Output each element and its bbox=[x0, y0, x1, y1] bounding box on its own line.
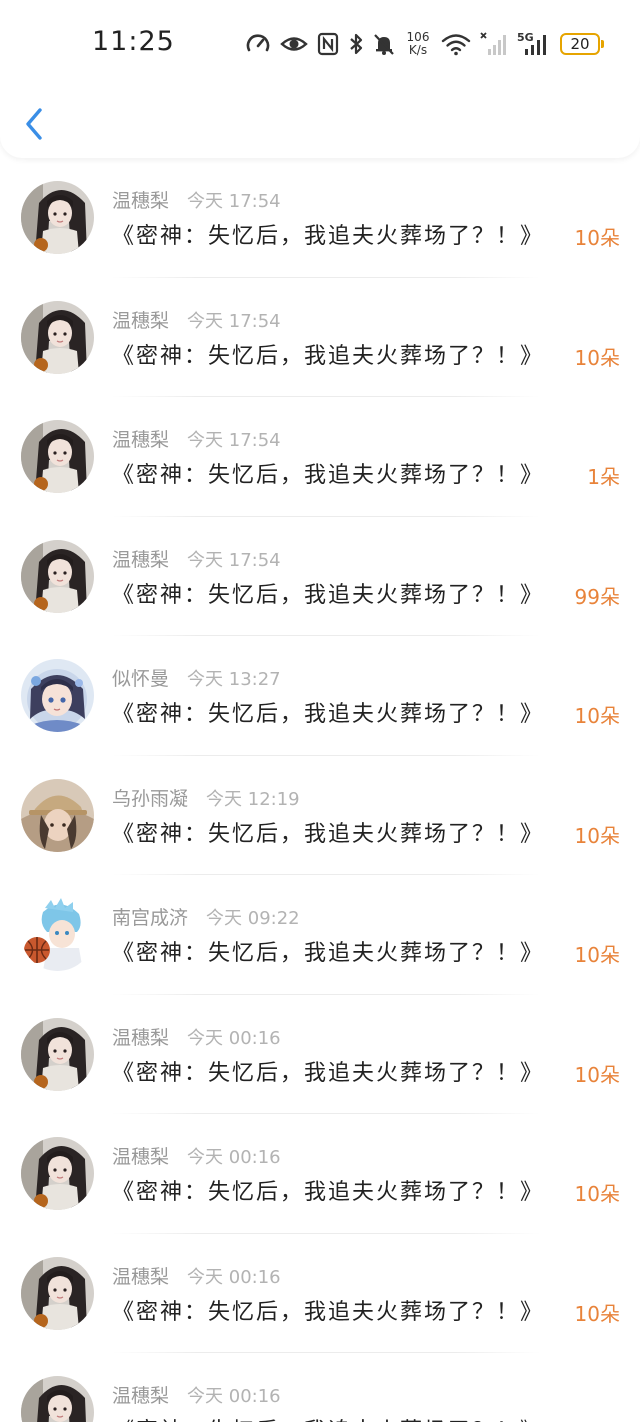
book-title[interactable]: 《密神：失忆后，我追夫火葬场了？！》 bbox=[112, 338, 544, 370]
gift-meta: 似怀曼 今天 13:27 bbox=[112, 664, 281, 691]
gift-time: 今天 00:16 bbox=[187, 1147, 281, 1168]
flower-count: 10朵 bbox=[574, 704, 620, 728]
flower-count: 99朵 bbox=[574, 584, 620, 609]
gift-time: 今天 13:27 bbox=[187, 669, 281, 690]
user-avatar[interactable] bbox=[21, 778, 94, 852]
gift-time: 今天 12:19 bbox=[206, 788, 300, 810]
gift-row[interactable]: 温穗梨今天 00:16 《密神：失忆后，我追夫火葬场了？！》 bbox=[0, 1353, 640, 1422]
user-name[interactable]: 温穗梨 bbox=[112, 1381, 169, 1408]
user-name[interactable]: 温穗梨 bbox=[112, 425, 169, 452]
user-name[interactable]: 南宫成济 bbox=[112, 903, 188, 930]
flower-count: 10朵 bbox=[574, 226, 620, 250]
user-avatar[interactable] bbox=[21, 1137, 94, 1210]
book-title[interactable]: 《密神：失忆后，我追夫火葬场了？！》 bbox=[112, 935, 544, 967]
gift-time: 今天 00:16 bbox=[187, 1266, 281, 1288]
signal-5g-icon: 5G bbox=[517, 31, 551, 57]
gift-row[interactable]: 温穗梨 今天 17:54 《密神：失忆后，我追夫火葬场了？！》 10朵 bbox=[0, 158, 640, 278]
user-avatar[interactable] bbox=[21, 1376, 94, 1422]
gift-meta: 温穗梨 今天 17:54 bbox=[112, 545, 281, 572]
user-name[interactable]: 温穗梨 bbox=[112, 1142, 169, 1169]
gift-time: 今天 17:54 bbox=[187, 430, 281, 451]
back-button[interactable] bbox=[18, 102, 54, 146]
mute-bell-icon bbox=[373, 32, 395, 56]
app-screen: 11:25 106 K/s 5G 20 温穗梨 今天 17:54 《密神：失忆后… bbox=[0, 0, 640, 1422]
gift-meta: 乌孙雨凝 今天 12:19 bbox=[112, 784, 300, 811]
book-title[interactable]: 《密神：失忆后，我追夫火葬场了？！》 bbox=[112, 577, 544, 609]
gift-row[interactable]: 温穗梨 今天 00:16 《密神：失忆后，我追夫火葬场了？！》 10朵 bbox=[0, 995, 640, 1115]
gift-row[interactable]: 温穗梨 今天 17:54 《密神：失忆后，我追夫火葬场了？！》 99朵 bbox=[0, 517, 640, 637]
gift-time: 今天 09:22 bbox=[206, 908, 300, 929]
gift-time: 今天 17:54 bbox=[187, 549, 281, 571]
nfc-icon bbox=[317, 32, 339, 56]
book-title[interactable]: 《密神：失忆后，我追夫火葬场了？！》 bbox=[112, 1055, 544, 1087]
book-title[interactable]: 《密神：失忆后，我追夫火葬场了？！》 bbox=[112, 1174, 544, 1206]
chevron-left-icon bbox=[18, 108, 54, 150]
flower-count: 10朵 bbox=[574, 1182, 620, 1206]
user-avatar[interactable] bbox=[21, 181, 94, 254]
gift-meta: 温穗梨 今天 17:54 bbox=[112, 186, 281, 213]
status-time: 11:25 bbox=[92, 26, 175, 57]
net-speed-unit: K/s bbox=[408, 43, 428, 57]
user-name[interactable]: 温穗梨 bbox=[112, 1262, 169, 1289]
gift-meta: 温穗梨 今天 00:16 bbox=[112, 1142, 281, 1169]
user-name[interactable]: 乌孙雨凝 bbox=[112, 784, 188, 811]
gift-meta: 温穗梨 今天 00:16 bbox=[112, 1381, 281, 1408]
eye-icon bbox=[280, 33, 308, 55]
battery-level: 20 bbox=[570, 35, 590, 53]
book-title[interactable]: 《密神：失忆后，我追夫火葬场了？！》 bbox=[112, 696, 544, 728]
book-title[interactable]: 《密神：失忆后，我追夫火葬场了？！》 bbox=[112, 457, 544, 489]
svg-text:5G: 5G bbox=[517, 31, 534, 44]
user-name[interactable]: 温穗梨 bbox=[112, 545, 169, 572]
gift-time: 今天 17:54 bbox=[187, 310, 281, 332]
book-title[interactable]: 《密神：失忆后，我追夫火葬场了？！》 bbox=[112, 816, 544, 848]
user-avatar[interactable] bbox=[21, 898, 94, 971]
gift-time: 今天 00:16 bbox=[187, 1386, 281, 1407]
gift-meta: 温穗梨 今天 00:16 bbox=[112, 1023, 281, 1050]
header: 11:25 106 K/s 5G 20 bbox=[0, 0, 640, 158]
battery-icon: 20 bbox=[560, 33, 604, 55]
user-name[interactable]: 温穗梨 bbox=[112, 306, 169, 333]
gift-time: 今天 00:16 bbox=[187, 1027, 281, 1049]
gift-time: 今天 17:54 bbox=[187, 191, 281, 212]
book-title[interactable]: 《密神：失忆后，我追夫火葬场了？！》 bbox=[112, 218, 544, 250]
user-avatar[interactable] bbox=[21, 539, 94, 613]
flower-count: 10朵 bbox=[574, 823, 620, 848]
wifi-icon bbox=[441, 32, 471, 56]
gift-meta: 温穗梨 今天 17:54 bbox=[112, 425, 281, 452]
flower-count: 10朵 bbox=[574, 1062, 620, 1087]
user-avatar[interactable] bbox=[21, 420, 94, 493]
user-name[interactable]: 似怀曼 bbox=[112, 664, 169, 691]
flower-count: 10朵 bbox=[574, 943, 620, 967]
user-avatar[interactable] bbox=[21, 300, 94, 374]
user-avatar[interactable] bbox=[21, 1256, 94, 1330]
user-name[interactable]: 温穗梨 bbox=[112, 1023, 169, 1050]
gift-meta: 温穗梨 今天 00:16 bbox=[112, 1262, 281, 1289]
bluetooth-icon bbox=[348, 32, 364, 56]
gift-row[interactable]: 温穗梨 今天 17:54 《密神：失忆后，我追夫火葬场了？！》 10朵 bbox=[0, 278, 640, 398]
flower-count: 10朵 bbox=[574, 345, 620, 370]
gift-row[interactable]: 南宫成济 今天 09:22 《密神：失忆后，我追夫火葬场了？！》 10朵 bbox=[0, 875, 640, 995]
speedometer-icon bbox=[245, 31, 271, 57]
flower-count: 10朵 bbox=[574, 1301, 620, 1326]
gift-row[interactable]: 温穗梨 今天 00:16 《密神：失忆后，我追夫火葬场了？！》 10朵 bbox=[0, 1114, 640, 1234]
status-icons: 106 K/s 5G 20 bbox=[245, 28, 604, 60]
signal-no-service-icon bbox=[480, 31, 508, 57]
gift-meta: 南宫成济 今天 09:22 bbox=[112, 903, 300, 930]
gift-row[interactable]: 温穗梨 今天 00:16 《密神：失忆后，我追夫火葬场了？！》 10朵 bbox=[0, 1234, 640, 1354]
gift-row[interactable]: 温穗梨 今天 17:54 《密神：失忆后，我追夫火葬场了？！》 1朵 bbox=[0, 397, 640, 517]
book-title[interactable]: 《密神：失忆后，我追夫火葬场了？！》 bbox=[112, 1294, 544, 1326]
user-avatar[interactable] bbox=[21, 1017, 94, 1091]
gift-list: 温穗梨 今天 17:54 《密神：失忆后，我追夫火葬场了？！》 10朵 温穗梨 今天 17… bbox=[0, 158, 640, 1422]
flower-count: 1朵 bbox=[587, 465, 620, 489]
gift-meta: 温穗梨 今天 17:54 bbox=[112, 306, 281, 333]
net-speed: 106 K/s bbox=[404, 31, 432, 57]
user-avatar[interactable] bbox=[21, 659, 94, 732]
user-name[interactable]: 温穗梨 bbox=[112, 186, 169, 213]
status-bar: 11:25 106 K/s 5G 20 bbox=[0, 0, 640, 86]
gift-row[interactable]: 似怀曼 今天 13:27 《密神：失忆后，我追夫火葬场了？！》 10朵 bbox=[0, 636, 640, 756]
book-title[interactable]: 《密神：失忆后，我追夫火葬场了？！》 bbox=[112, 1413, 544, 1422]
gift-row[interactable]: 乌孙雨凝 今天 12:19 《密神：失忆后，我追夫火葬场了？！》 10朵 bbox=[0, 756, 640, 876]
